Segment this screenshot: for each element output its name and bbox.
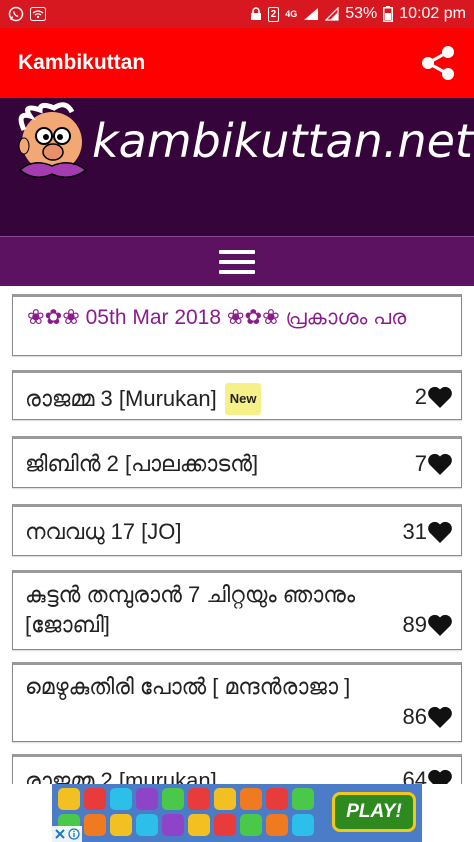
- battery-icon: [383, 6, 394, 22]
- app-bar: Kambikuttan: [0, 28, 474, 98]
- likes[interactable]: 2: [415, 384, 453, 410]
- status-bar-left: [8, 6, 46, 22]
- status-bar: 2 4G 53% 10:02 pm: [0, 0, 474, 28]
- story-title: കുട്ടൻ തമ്പുരാൻ 7 ചിറ്റയും ഞാനും: [25, 582, 356, 607]
- heart-icon: [428, 453, 452, 475]
- ad-choices[interactable]: [52, 826, 82, 842]
- ad-tile: [162, 788, 184, 810]
- ad-tile: [240, 788, 262, 810]
- ad-banner[interactable]: PLAY!: [0, 784, 474, 842]
- ad-tile: [162, 814, 184, 836]
- story-title: രാജമ്മ 3 [Murukan] New: [25, 383, 262, 415]
- like-count: 89: [402, 612, 427, 637]
- new-badge: New: [224, 383, 262, 415]
- likes[interactable]: 31: [403, 519, 453, 545]
- ad-tile: [266, 814, 288, 836]
- signal-icon: [303, 7, 319, 21]
- hamburger-line: [219, 259, 255, 264]
- close-icon: [55, 829, 65, 839]
- ad-image[interactable]: PLAY!: [52, 784, 422, 842]
- network-type-label: 4G: [285, 8, 298, 19]
- list-item[interactable]: മെഴുകുതിരി പോൽ [ മന്ദൻരാജാ ] 86: [12, 662, 462, 742]
- signal-icon-secondary: [325, 7, 339, 21]
- ad-tile: [110, 788, 132, 810]
- like-count: 2: [414, 384, 427, 409]
- status-bar-right: 2 4G 53% 10:02 pm: [250, 5, 466, 23]
- story-title: മെഴുകുതിരി പോൽ [ മന്ദൻരാജാ ]: [25, 674, 351, 699]
- sim-indicator: 2: [267, 6, 280, 22]
- story-title: രാജമ്മ 2 [murukan]: [25, 768, 217, 784]
- heart-icon: [428, 614, 452, 636]
- heart-icon: [428, 769, 452, 784]
- clock: 10:02 pm: [399, 5, 466, 22]
- wifi-icon: [30, 7, 46, 21]
- menu-bar: [0, 236, 474, 286]
- like-count: 86: [402, 704, 427, 729]
- heart-icon: [428, 706, 452, 728]
- play-button[interactable]: PLAY!: [332, 792, 416, 832]
- menu-button[interactable]: [217, 247, 257, 277]
- ad-tile: [214, 788, 236, 810]
- ad-tile: [188, 814, 210, 836]
- list-item[interactable]: രാജമ്മ 3 [Murukan] New 2: [12, 370, 462, 420]
- story-title: ജിബിൻ 2 [പാലക്കാടൻ]: [25, 451, 259, 476]
- battery-percent: 53%: [345, 5, 378, 22]
- ad-tile: [136, 814, 158, 836]
- ad-tile: [292, 814, 314, 836]
- heart-icon: [428, 386, 452, 408]
- ad-tile: [188, 788, 210, 810]
- like-count: 64: [402, 767, 427, 784]
- ad-tile: [84, 814, 106, 836]
- hamburger-line: [219, 269, 255, 274]
- info-icon: [68, 828, 80, 840]
- site-banner: kambikuttan.net: [0, 98, 474, 236]
- story-list: ❀✿❀ 05th Mar 2018 ❀✿❀ പ്രകാശം പര രാജമ്മ …: [0, 286, 474, 784]
- share-button[interactable]: [416, 41, 460, 85]
- lock-icon: [250, 7, 262, 21]
- likes[interactable]: 89: [403, 612, 453, 638]
- announcement-card[interactable]: ❀✿❀ 05th Mar 2018 ❀✿❀ പ്രകാശം പര: [12, 294, 462, 356]
- ad-tile: [266, 788, 288, 810]
- story-title-text: രാജമ്മ 3 [Murukan]: [25, 386, 217, 411]
- ad-tile: [240, 814, 262, 836]
- ad-tile: [110, 814, 132, 836]
- like-count: 31: [402, 519, 427, 544]
- ad-tile: [214, 814, 236, 836]
- share-icon: [422, 46, 454, 80]
- list-item[interactable]: രാജമ്മ 2 [murukan] 64: [12, 754, 462, 784]
- app-title: Kambikuttan: [18, 51, 146, 74]
- like-count: 7: [414, 451, 427, 476]
- list-item[interactable]: കുട്ടൻ തമ്പുരാൻ 7 ചിറ്റയും ഞാനും [ജോബി] …: [12, 570, 462, 650]
- list-item[interactable]: ജിബിൻ 2 [പാലക്കാടൻ] 7: [12, 436, 462, 488]
- likes[interactable]: 86: [403, 704, 453, 730]
- mascot-logo: [18, 102, 88, 178]
- ad-tile: [292, 788, 314, 810]
- likes[interactable]: 64: [403, 767, 453, 784]
- announcement-text: ❀✿❀ 05th Mar 2018 ❀✿❀ പ്രകാശം പര: [27, 306, 407, 329]
- story-title: നവവധു 17 [JO]: [25, 519, 182, 544]
- site-name: kambikuttan.net: [92, 114, 473, 168]
- list-item[interactable]: നവവധു 17 [JO] 31: [12, 504, 462, 556]
- whatsapp-icon: [8, 6, 24, 22]
- ad-tile: [136, 788, 158, 810]
- story-title-line2: [ജോബി]: [25, 612, 110, 637]
- hamburger-line: [219, 249, 255, 254]
- heart-icon: [428, 521, 452, 543]
- ad-tile: [84, 788, 106, 810]
- ad-tile: [58, 788, 80, 810]
- likes[interactable]: 7: [415, 451, 453, 477]
